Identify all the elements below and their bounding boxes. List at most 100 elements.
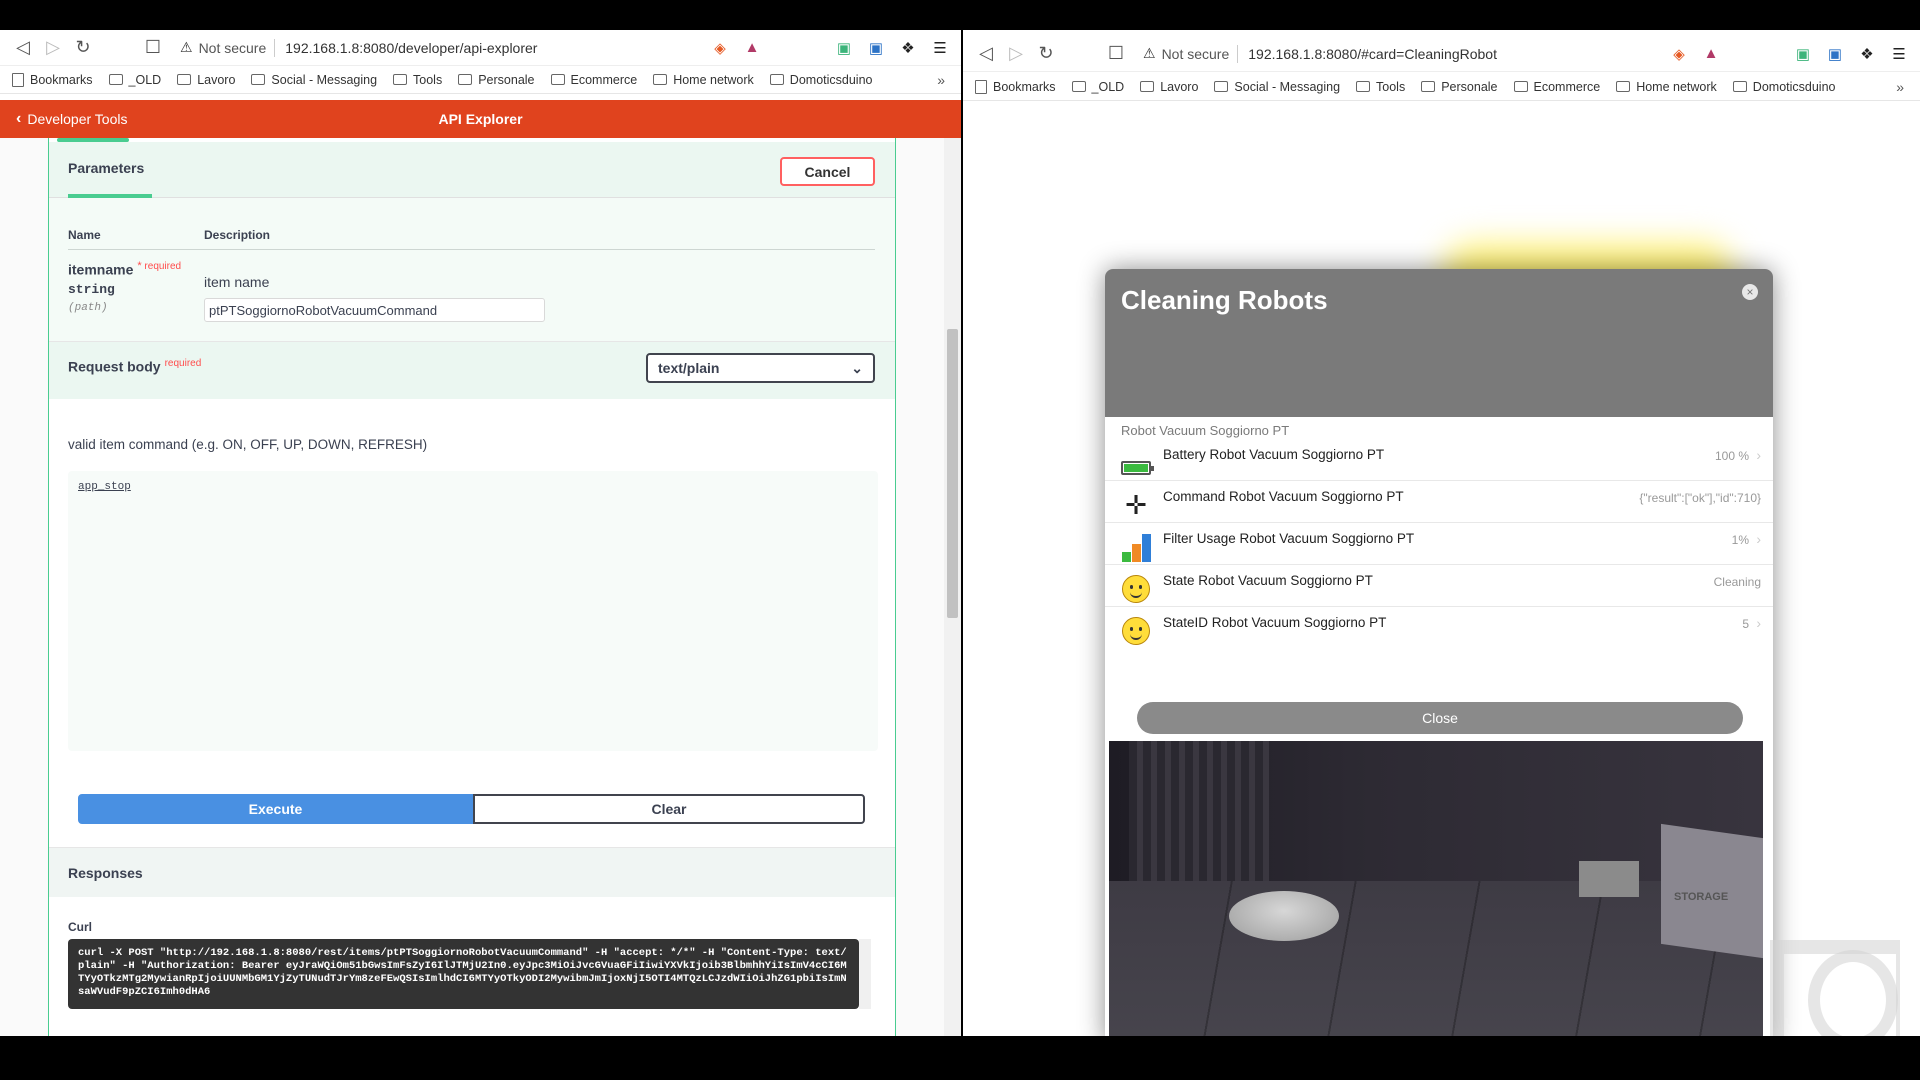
bookmark-item[interactable]: Bookmarks	[975, 79, 1056, 94]
puzzle-icon[interactable]: ❖	[1856, 43, 1878, 65]
address-bar[interactable]: ⚠ Not secure 192.168.1.8:8080/#card=Clea…	[1143, 40, 1648, 68]
menu-icon[interactable]: ☰	[1888, 43, 1910, 65]
reload-icon[interactable]: ↻	[70, 35, 96, 61]
itemname-input[interactable]	[204, 298, 545, 322]
item-value: Cleaning	[1713, 575, 1761, 589]
list-item[interactable]: StateID Robot Vacuum Soggiorno PT 5 ›	[1105, 607, 1773, 649]
extension-green-icon[interactable]: ▣	[833, 37, 855, 59]
cancel-button[interactable]: Cancel	[780, 157, 875, 186]
url-text[interactable]: 192.168.1.8:8080/#card=CleaningRobot	[1248, 46, 1497, 62]
smiley-icon	[1120, 573, 1152, 605]
browser-toolbar: ◁ ▷ ↻ ☐ ⚠ Not secure 192.168.1.8:8080/#c…	[963, 36, 1920, 72]
brave-rewards-icon[interactable]: ▲	[1700, 43, 1722, 65]
chevron-down-icon: ⌄	[851, 359, 863, 376]
bookmark-folder[interactable]: _OLD	[1071, 80, 1124, 94]
folder-icon	[1214, 81, 1229, 92]
brave-shield-icon[interactable]: ◈	[1668, 43, 1690, 65]
back-arrow-icon[interactable]: ◁	[973, 41, 999, 67]
bookmark-folder[interactable]: Lavoro	[1140, 80, 1198, 94]
column-name-header: Name	[68, 228, 101, 242]
puzzle-icon[interactable]: ❖	[897, 37, 919, 59]
item-label: StateID Robot Vacuum Soggiorno PT	[1163, 615, 1387, 630]
parameters-header: Parameters Cancel	[49, 142, 895, 198]
chevron-right-icon: ›	[1756, 447, 1761, 463]
request-body-description: valid item command (e.g. ON, OFF, UP, DO…	[68, 437, 428, 452]
list-item[interactable]: ✛ Command Robot Vacuum Soggiorno PT {"re…	[1105, 481, 1773, 523]
execute-button[interactable]: Execute	[78, 794, 473, 824]
bookmark-item[interactable]: Bookmarks	[12, 72, 93, 87]
item-label: Battery Robot Vacuum Soggiorno PT	[1163, 447, 1385, 462]
back-link[interactable]: ‹ Developer Tools	[16, 110, 127, 128]
chevron-right-icon: ›	[1756, 615, 1761, 631]
bookmarks-icon	[975, 79, 987, 94]
bookmark-folder[interactable]: Domoticsduino	[1732, 80, 1835, 94]
extension-blue-icon[interactable]: ▣	[1824, 43, 1846, 65]
page-title: API Explorer	[438, 111, 523, 127]
api-explorer-content: Parameters Cancel Name Description itemn…	[0, 138, 961, 1036]
bookmark-folder[interactable]: Personale	[1421, 80, 1498, 94]
warning-icon: ⚠	[180, 39, 193, 55]
bookmark-folder[interactable]: Home network	[1616, 80, 1717, 94]
modal-header: Cleaning Robots ×	[1105, 269, 1773, 417]
extension-green-icon[interactable]: ▣	[1792, 43, 1814, 65]
param-type: string	[68, 282, 115, 297]
bookmark-folder[interactable]: Personale	[458, 73, 535, 87]
close-button[interactable]: Close	[1137, 702, 1743, 734]
folder-icon	[769, 74, 784, 85]
folder-icon	[1616, 81, 1631, 92]
camera-heater	[1579, 861, 1639, 897]
move-icon: ✛	[1125, 489, 1147, 520]
divider	[274, 38, 276, 57]
close-icon[interactable]: ×	[1742, 284, 1758, 300]
request-body-editor[interactable]: app_stop	[68, 471, 878, 751]
bookmark-folder[interactable]: Tools	[1356, 80, 1405, 94]
curl-scrollbar[interactable]	[859, 939, 871, 1009]
reload-icon[interactable]: ↻	[1033, 41, 1059, 67]
content-type-select[interactable]: text/plain ⌄	[646, 353, 875, 383]
list-item[interactable]: State Robot Vacuum Soggiorno PT Cleaning	[1105, 565, 1773, 607]
brave-shield-icon[interactable]: ◈	[709, 37, 731, 59]
url-text[interactable]: 192.168.1.8:8080/developer/api-explorer	[285, 40, 537, 56]
list-item[interactable]: Battery Robot Vacuum Soggiorno PT 100 % …	[1105, 439, 1773, 481]
folder-icon	[1513, 81, 1528, 92]
curl-command[interactable]: curl -X POST "http://192.168.1.8:8080/re…	[68, 939, 859, 1009]
bookmark-folder[interactable]: Home network	[653, 73, 754, 87]
extension-blue-icon[interactable]: ▣	[865, 37, 887, 59]
request-body-text: app_stop	[78, 481, 131, 493]
bookmark-folder[interactable]: Ecommerce	[1513, 80, 1600, 94]
menu-icon[interactable]: ☰	[929, 37, 951, 59]
scrollbar-thumb[interactable]	[947, 329, 958, 618]
forward-arrow-icon[interactable]: ▷	[40, 35, 66, 61]
list-item[interactable]: Filter Usage Robot Vacuum Soggiorno PT 1…	[1105, 523, 1773, 565]
brave-rewards-icon[interactable]: ▲	[741, 37, 763, 59]
item-value: 100 %	[1714, 449, 1749, 463]
camera-robot-vacuum	[1229, 891, 1339, 941]
clear-button[interactable]: Clear	[473, 794, 865, 824]
bookmark-folder[interactable]: Social - Messaging	[251, 73, 377, 87]
bookmark-folder[interactable]: _OLD	[108, 73, 161, 87]
forward-arrow-icon[interactable]: ▷	[1003, 41, 1029, 67]
more-bookmarks-chevron-icon[interactable]: »	[937, 72, 945, 88]
tab-parameters[interactable]: Parameters	[68, 142, 152, 198]
bookmark-folder[interactable]: Ecommerce	[550, 73, 637, 87]
folder-icon	[1071, 81, 1086, 92]
bookmark-folder[interactable]: Domoticsduino	[769, 73, 872, 87]
right-browser-window: ◁ ▷ ↻ ☐ ⚠ Not secure 192.168.1.8:8080/#c…	[963, 30, 1920, 1036]
left-browser-window: ◁ ▷ ↻ ☐ ⚠ Not secure 192.168.1.8:8080/de…	[0, 30, 961, 1036]
camera-feed-image: STORAGE	[1109, 741, 1763, 1036]
address-bar[interactable]: ⚠ Not secure 192.168.1.8:8080/developer/…	[180, 34, 689, 62]
folder-icon	[458, 74, 473, 85]
bookmark-folder[interactable]: Tools	[393, 73, 442, 87]
bookmark-folder[interactable]: Social - Messaging	[1214, 80, 1340, 94]
more-bookmarks-chevron-icon[interactable]: »	[1896, 79, 1904, 95]
back-arrow-icon[interactable]: ◁	[10, 35, 36, 61]
bookmark-icon[interactable]: ☐	[140, 35, 166, 61]
operation-panel: Parameters Cancel Name Description itemn…	[48, 138, 896, 1036]
bar-chart-icon	[1120, 531, 1152, 563]
browser-toolbar: ◁ ▷ ↻ ☐ ⚠ Not secure 192.168.1.8:8080/de…	[0, 30, 961, 66]
page-scrollbar[interactable]	[944, 138, 961, 1036]
bookmark-folder[interactable]: Lavoro	[177, 73, 235, 87]
bookmarks-bar: Bookmarks _OLD Lavoro Social - Messaging…	[963, 73, 1920, 101]
bookmark-icon[interactable]: ☐	[1103, 41, 1129, 67]
bookmarks-icon	[12, 72, 24, 87]
